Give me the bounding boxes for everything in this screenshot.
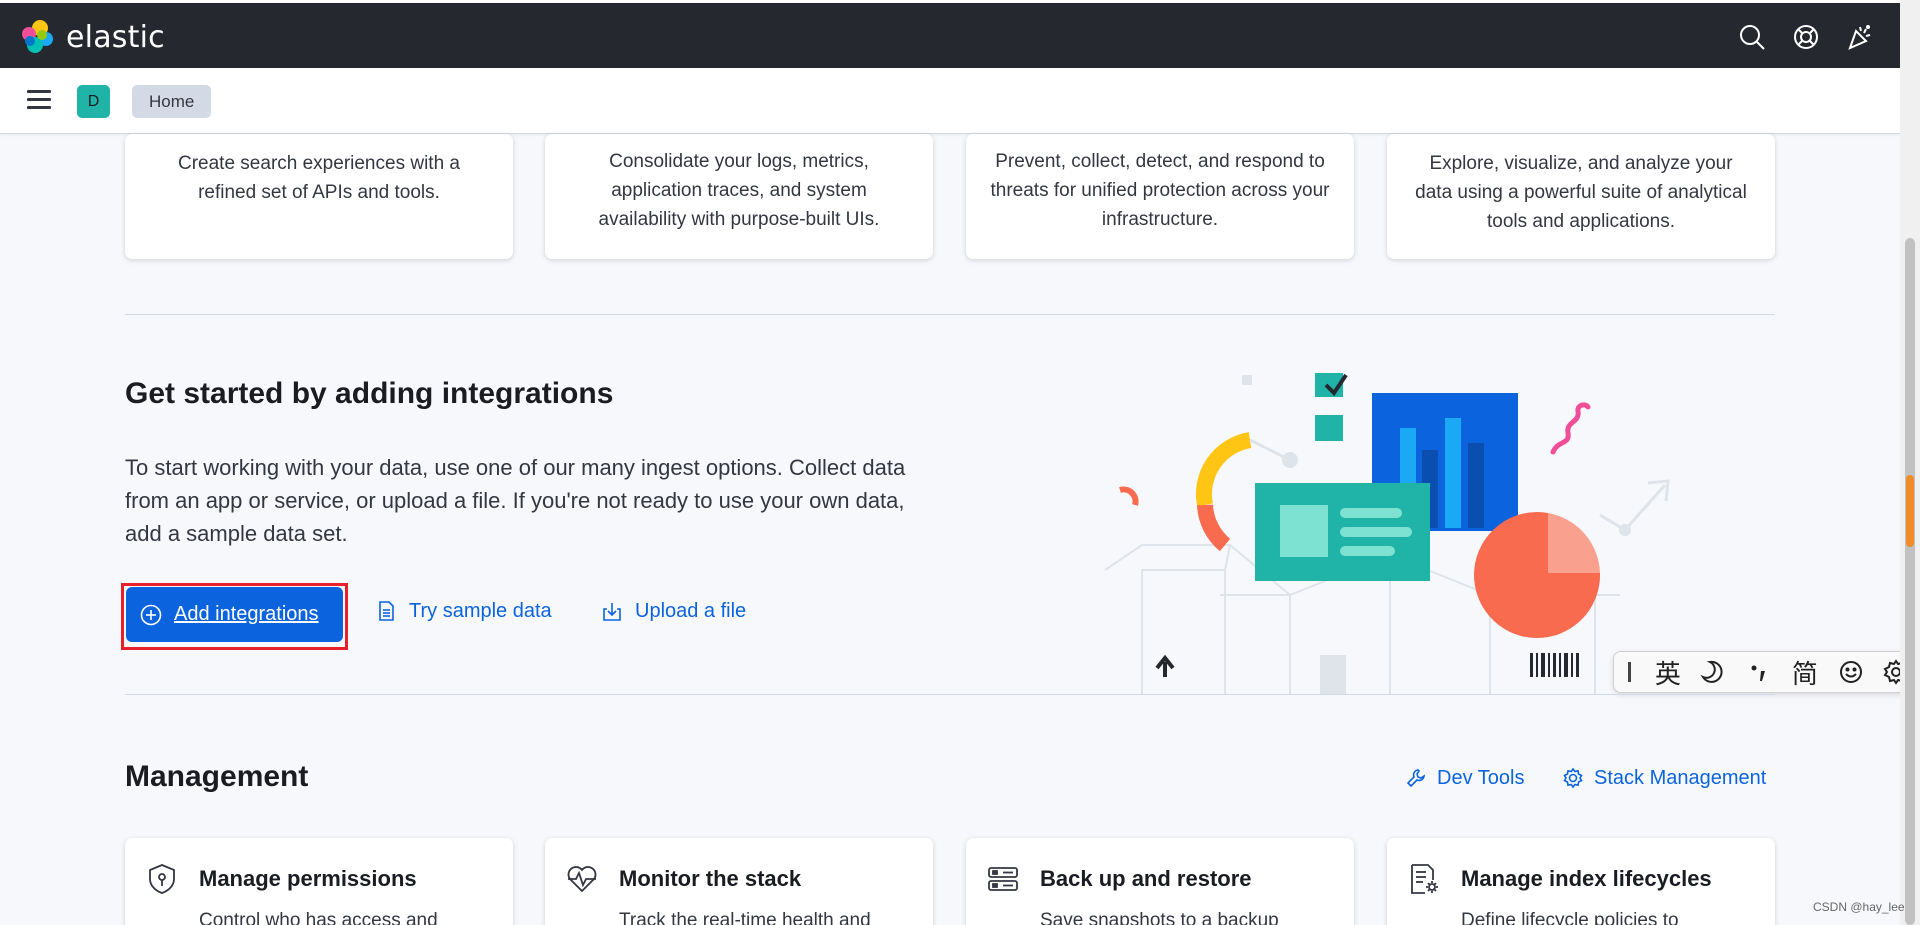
moon-icon[interactable] bbox=[1691, 659, 1737, 685]
punctuation-icon[interactable] bbox=[1736, 659, 1782, 685]
upload-file-label: Upload a file bbox=[635, 599, 747, 622]
emoji-icon[interactable] bbox=[1828, 659, 1874, 685]
solution-card-observability[interactable]: Consolidate your logs, metrics, applicat… bbox=[545, 134, 933, 259]
integrations-description: To start working with your data, use one… bbox=[125, 455, 906, 546]
sub-header: D Home bbox=[0, 68, 1900, 134]
section-divider bbox=[125, 694, 1775, 695]
top-header: elastic bbox=[0, 0, 1900, 68]
integrations-title: Get started by adding integrations bbox=[125, 377, 614, 410]
logo-text: elastic bbox=[66, 19, 165, 55]
mgmt-card-description: Define lifecycle policies to bbox=[1461, 910, 1679, 925]
index-settings-icon bbox=[1411, 864, 1438, 894]
mgmt-card-lifecycles[interactable]: Manage index lifecycles Define lifecycle… bbox=[1387, 838, 1775, 925]
dev-tools-link[interactable]: Dev Tools bbox=[1405, 764, 1524, 792]
scrollbar-marker bbox=[1906, 475, 1914, 547]
elastic-logo-icon bbox=[22, 20, 53, 53]
ime-language-toggle[interactable]: 英 bbox=[1645, 654, 1691, 691]
mgmt-card-title: Monitor the stack bbox=[619, 866, 802, 891]
scrollbar-thumb[interactable] bbox=[1905, 238, 1915, 925]
heartbeat-icon bbox=[567, 866, 597, 893]
try-sample-data-link[interactable]: Try sample data bbox=[375, 596, 552, 626]
solution-card-description: Consolidate your logs, metrics, applicat… bbox=[598, 151, 880, 230]
stack-management-link[interactable]: Stack Management bbox=[1562, 764, 1766, 792]
add-integrations-button[interactable]: Add integrations bbox=[126, 587, 343, 642]
solution-card-analytics[interactable]: Explore, visualize, and analyze your dat… bbox=[1387, 134, 1775, 259]
gear-icon bbox=[1563, 767, 1583, 789]
search-icon[interactable] bbox=[1738, 23, 1766, 51]
news-icon[interactable] bbox=[1846, 23, 1874, 51]
watermark: CSDN @hay_lee bbox=[1813, 900, 1905, 914]
mgmt-card-title: Manage index lifecycles bbox=[1461, 866, 1712, 891]
menu-icon[interactable] bbox=[27, 90, 51, 110]
section-divider bbox=[125, 314, 1775, 315]
mgmt-card-description: Track the real-time health and bbox=[619, 910, 871, 925]
upload-icon bbox=[603, 603, 621, 621]
plus-circle-icon bbox=[140, 604, 162, 625]
breadcrumb-home[interactable]: Home bbox=[132, 85, 212, 118]
ime-simplified-toggle[interactable]: 简 bbox=[1782, 654, 1828, 691]
mgmt-card-title: Back up and restore bbox=[1040, 866, 1252, 891]
try-sample-data-label: Try sample data bbox=[409, 599, 552, 622]
help-icon[interactable] bbox=[1792, 23, 1820, 51]
database-icon bbox=[988, 867, 1018, 891]
mgmt-card-description: Save snapshots to a backup bbox=[1040, 910, 1279, 925]
solution-card-search[interactable]: Create search experiences with a refined… bbox=[125, 134, 513, 259]
solution-card-description: Explore, visualize, and analyze your dat… bbox=[1415, 153, 1747, 232]
stack-management-label: Stack Management bbox=[1594, 766, 1767, 789]
mgmt-card-backup[interactable]: Back up and restore Save snapshots to a … bbox=[966, 838, 1354, 925]
space-avatar[interactable]: D bbox=[77, 85, 110, 118]
upload-file-link[interactable]: Upload a file bbox=[601, 596, 746, 626]
document-icon bbox=[379, 601, 394, 621]
solution-card-security[interactable]: Prevent, collect, detect, and respond to… bbox=[966, 134, 1354, 259]
management-title: Management bbox=[125, 760, 309, 793]
elastic-logo[interactable]: elastic bbox=[20, 19, 165, 55]
mgmt-card-permissions[interactable]: Manage permissions Control who has acces… bbox=[125, 838, 513, 925]
solution-card-description: Create search experiences with a refined… bbox=[178, 153, 460, 203]
wrench-icon bbox=[1406, 769, 1425, 788]
ime-toolbar: 英 简 bbox=[1613, 651, 1920, 693]
add-integrations-label: Add integrations bbox=[174, 603, 319, 625]
ime-handle[interactable] bbox=[1628, 662, 1631, 682]
shield-icon bbox=[149, 864, 175, 894]
mgmt-card-description: Control who has access and bbox=[199, 910, 438, 925]
dev-tools-label: Dev Tools bbox=[1437, 766, 1525, 789]
solution-card-description: Prevent, collect, detect, and respond to… bbox=[990, 151, 1330, 230]
mgmt-card-monitor[interactable]: Monitor the stack Track the real-time he… bbox=[545, 838, 933, 925]
integrations-illustration bbox=[1104, 373, 1670, 695]
mgmt-card-title: Manage permissions bbox=[199, 866, 417, 891]
